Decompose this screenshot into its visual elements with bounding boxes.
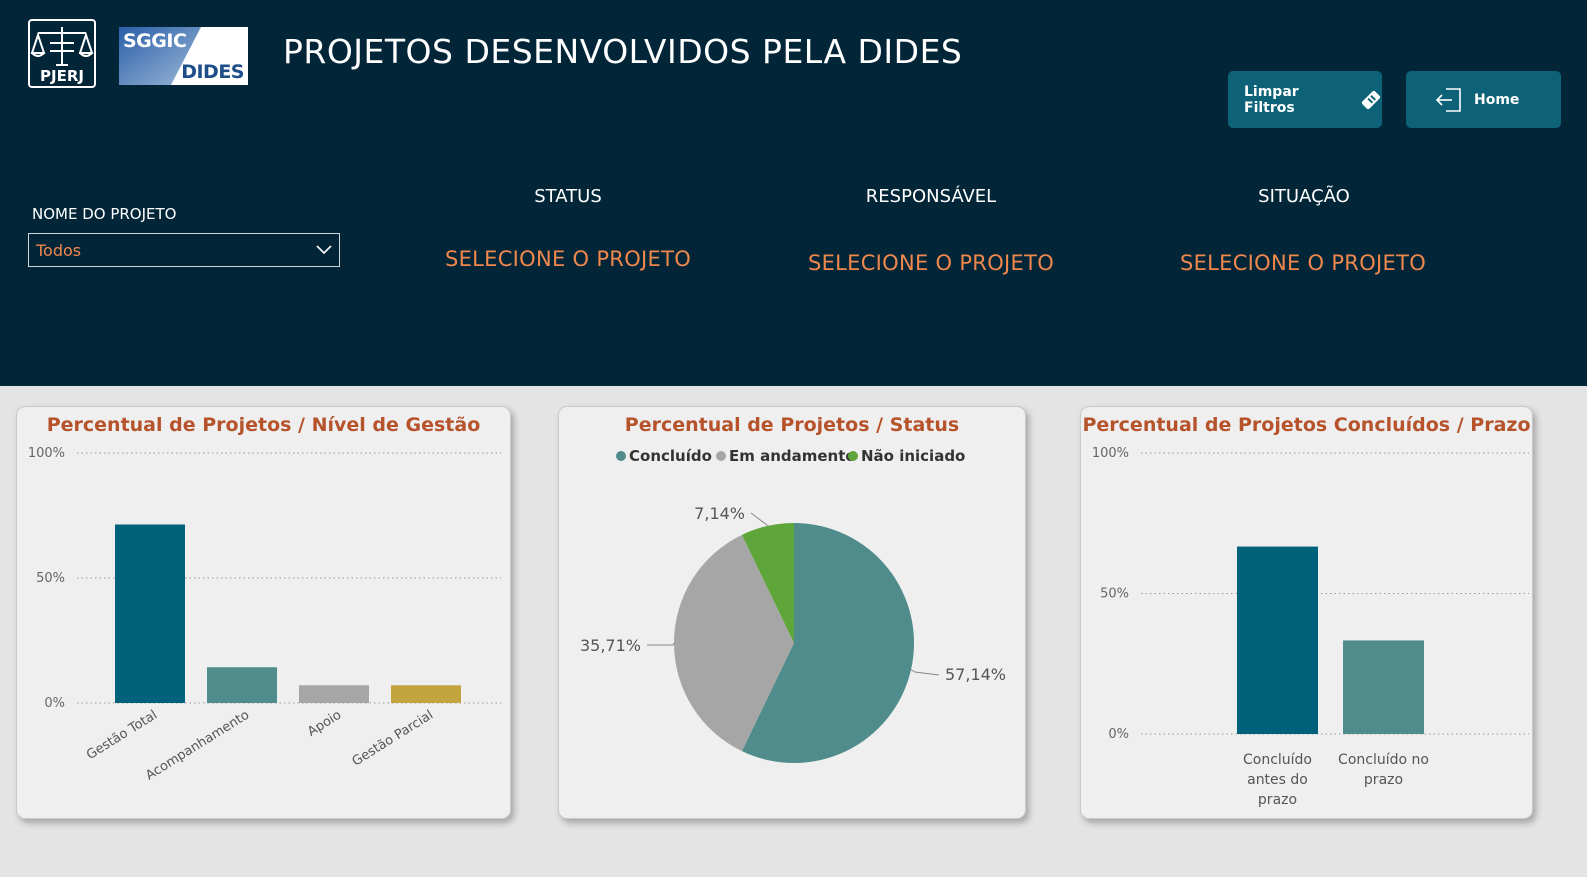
y-tick-label: 100% [28,446,65,461]
pjerj-logo: PJERJ [28,19,96,88]
leader-line [647,642,675,646]
data-label: 35,71% [580,636,641,655]
chart-status-panel: Percentual de Projetos / Status Concluíd… [558,406,1026,819]
eraser-icon [1361,90,1381,109]
x-tick-label: Concluído [1243,752,1312,768]
clear-filters-button[interactable]: Limpar Filtros [1228,71,1382,128]
legend-marker [848,451,858,461]
legend-label: Concluído [629,447,712,465]
responsavel-card-value: SELECIONE O PROJETO [807,251,1055,275]
home-label: Home [1474,91,1520,108]
x-tick-label: prazo [1364,772,1403,788]
bar-chart-concluidos-prazo: 100% 50% 0% Concluído antes do prazo Concluído… [1092,446,1529,808]
responsavel-card-label: RESPONSÁVEL [865,186,997,207]
x-tick-label: Gestão Parcial [350,708,436,770]
bar [115,524,185,703]
legend-label: Não iniciado [861,447,965,465]
bar [1237,546,1318,734]
scales-of-justice-icon [30,27,94,66]
status-card-value: SELECIONE O PROJETO [444,247,692,271]
data-label: 57,14% [945,665,1006,684]
header: PJERJ SGGIC DIDES PROJETOS DESENVOLVIDOS… [0,0,1587,386]
chart-nivel-gestao-panel: Percentual de Projetos / Nível de Gestão… [16,406,511,819]
leader-line [750,512,768,527]
bar [391,685,461,703]
legend-label: Em andamento [729,447,856,465]
exit-door-icon [1435,87,1461,112]
x-tick-label: Acompanhamento [143,708,252,784]
data-label: 7,14% [694,504,745,523]
x-tick-label: Apoio [305,708,344,740]
chart-concluidos-prazo-panel: Percentual de Projetos Concluídos / Praz… [1080,406,1533,819]
project-name-dropdown[interactable]: Todos [28,233,340,267]
y-tick-label: 50% [1100,587,1129,602]
bar [207,667,277,703]
chart-title: Percentual de Projetos Concluídos / Praz… [1082,414,1531,436]
situacao-card-label: SITUAÇÃO [1258,186,1350,207]
leader-line [910,669,940,676]
y-tick-label: 0% [44,696,65,711]
project-name-value: Todos [36,241,82,260]
dides-logo-text: DIDES [181,61,244,83]
chart-title: Percentual de Projetos / Nível de Gestão [46,414,481,436]
sggic-logo-text: SGGIC [123,30,187,52]
y-tick-label: 0% [1108,727,1129,742]
clear-filters-label: Limpar Filtros [1244,83,1299,116]
y-tick-label: 100% [1092,446,1129,461]
pie-chart-status: Concluído Em andamento Não iniciado 57,14% 3… [580,447,1006,763]
x-tick-label: antes do [1247,772,1308,788]
bar [299,685,369,703]
home-button[interactable]: Home [1406,71,1561,128]
status-card-label: STATUS [534,186,602,207]
bar [1343,640,1424,734]
page-title: PROJETOS DESENVOLVIDOS PELA DIDES [283,32,963,71]
chart-title: Percentual de Projetos / Status [624,414,960,436]
chevron-down-icon [316,245,332,255]
x-tick-label: Gestão Total [84,708,160,763]
project-name-label: NOME DO PROJETO [32,205,177,223]
sggic-dides-logo: SGGIC DIDES [119,27,248,85]
x-tick-label: prazo [1258,792,1297,808]
x-tick-label: Concluído no [1338,752,1429,768]
legend-marker [616,451,626,461]
pjerj-logo-text: PJERJ [40,67,84,85]
bar-chart-nivel-gestao: 100% 50% 0% Gestão TotalAcompanhamento Apoio… [28,446,501,784]
y-tick-label: 50% [36,571,65,586]
situacao-card-value: SELECIONE O PROJETO [1179,251,1427,275]
legend-marker [716,451,726,461]
